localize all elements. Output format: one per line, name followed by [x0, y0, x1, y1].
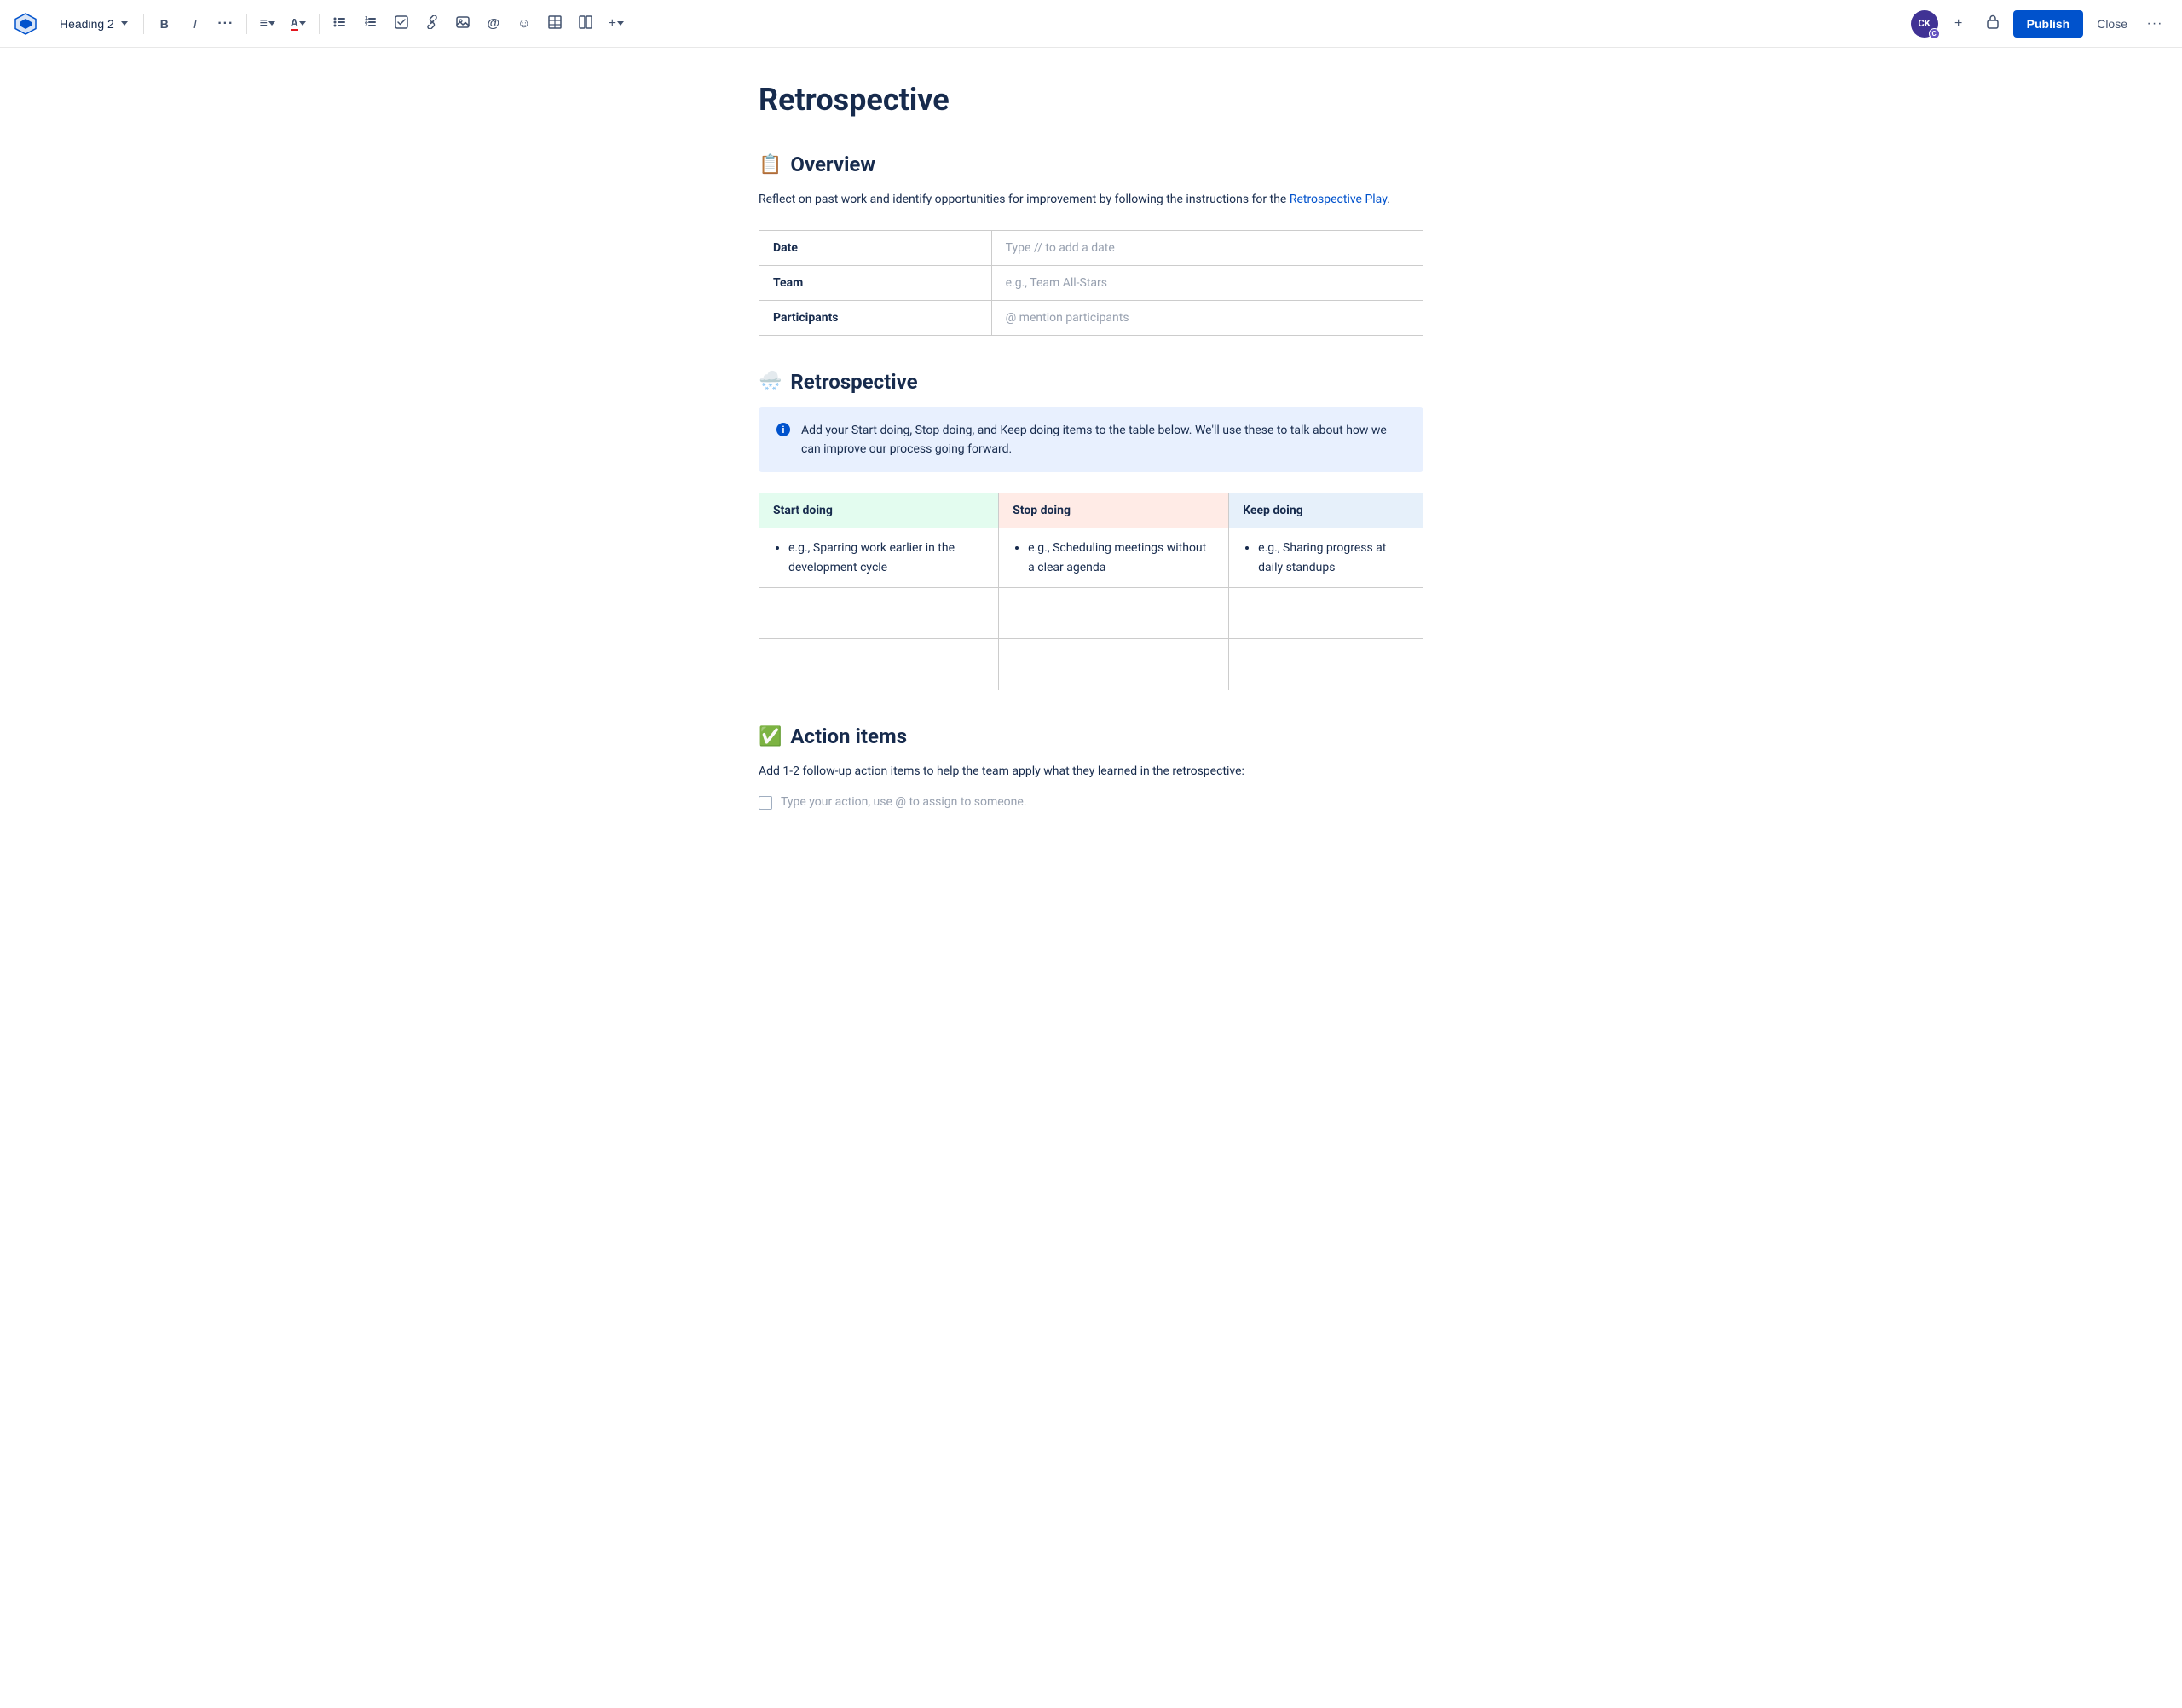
stop-cell-1[interactable]: e.g., Scheduling meetings without a clea… [999, 528, 1229, 588]
keep-cell-3[interactable] [1229, 639, 1423, 690]
team-label: Team [759, 265, 992, 300]
retro-row-1: e.g., Sparring work earlier in the devel… [759, 528, 1423, 588]
action-checkbox[interactable] [759, 796, 772, 810]
stop-doing-header: Stop doing [999, 493, 1229, 528]
table-row: Participants @ mention participants [759, 300, 1423, 335]
retrospective-table: Start doing Stop doing Keep doing e.g., … [759, 493, 1423, 690]
heading-style-label: Heading 2 [60, 17, 114, 31]
table-icon [548, 15, 562, 32]
content-area: Retrospective 📋 Overview Reflect on past… [707, 48, 1475, 878]
table-row: Team e.g., Team All-Stars [759, 265, 1423, 300]
participants-value[interactable]: @ mention participants [991, 300, 1423, 335]
link-button[interactable] [419, 10, 446, 38]
info-callout: i Add your Start doing, Stop doing, and … [759, 407, 1423, 473]
link-icon [425, 15, 439, 32]
italic-button[interactable]: I [182, 10, 209, 38]
overview-table: Date Type // to add a date Team e.g., Te… [759, 230, 1423, 336]
team-value[interactable]: e.g., Team All-Stars [991, 265, 1423, 300]
participants-label: Participants [759, 300, 992, 335]
insert-chevron [617, 21, 624, 26]
overview-section: 📋 Overview Reflect on past work and iden… [759, 153, 1423, 335]
bold-button[interactable]: B [151, 10, 178, 38]
add-collaborator-button[interactable]: + [1945, 10, 1972, 38]
start-cell-3[interactable] [759, 639, 999, 690]
toolbar: Heading 2 B I ··· ≡ A 1.2.3. [0, 0, 2182, 48]
toolbar-divider-1 [143, 14, 144, 34]
stop-cell-2[interactable] [999, 588, 1229, 639]
emoji-button[interactable]: ☺ [511, 10, 538, 38]
callout-text: Add your Start doing, Stop doing, and Ke… [801, 421, 1406, 459]
lock-icon [1985, 14, 2000, 33]
heading-style-dropdown[interactable]: Heading 2 [51, 14, 136, 34]
insert-more-button[interactable]: + [603, 10, 630, 38]
action-items-description: Add 1-2 follow-up action items to help t… [759, 762, 1423, 781]
user-avatar[interactable]: CK C [1911, 10, 1938, 38]
svg-text:i: i [782, 424, 785, 436]
toolbar-divider-2 [246, 14, 247, 34]
info-icon: i [776, 422, 791, 441]
overview-heading: 📋 Overview [759, 153, 1423, 176]
stop-cell-3[interactable] [999, 639, 1229, 690]
retrospective-heading-text: Retrospective [790, 370, 917, 394]
publish-button[interactable]: Publish [2013, 10, 2084, 38]
start-cell-1[interactable]: e.g., Sparring work earlier in the devel… [759, 528, 999, 588]
app-logo [14, 12, 38, 36]
close-button[interactable]: Close [2090, 12, 2134, 36]
keep-cell-2[interactable] [1229, 588, 1423, 639]
numbered-list-icon: 1.2.3. [364, 15, 378, 32]
action-items-heading-text: Action items [790, 724, 907, 748]
mention-button[interactable]: @ [480, 10, 507, 38]
image-icon [456, 15, 470, 32]
start-cell-2[interactable] [759, 588, 999, 639]
retro-row-2 [759, 588, 1423, 639]
text-color-icon: A [291, 16, 298, 31]
retrospective-heading: 🌨️ Retrospective [759, 370, 1423, 394]
stop-item-1: e.g., Scheduling meetings without a clea… [1028, 539, 1215, 577]
bullet-list-button[interactable] [326, 10, 354, 38]
table-row: Date Type // to add a date [759, 230, 1423, 265]
action-items-icon: ✅ [759, 726, 782, 747]
text-color-button[interactable]: A [285, 10, 312, 38]
date-value[interactable]: Type // to add a date [991, 230, 1423, 265]
align-chevron [268, 21, 275, 26]
heading-dropdown-chevron [121, 21, 128, 26]
image-button[interactable] [449, 10, 476, 38]
action-item-placeholder[interactable]: Type your action, use @ to assign to som… [781, 795, 1027, 809]
bullet-list-icon [333, 15, 347, 32]
align-icon: ≡ [260, 16, 268, 32]
retrospective-icon: 🌨️ [759, 371, 782, 392]
retro-row-3 [759, 639, 1423, 690]
color-chevron [299, 21, 306, 26]
retrospective-section: 🌨️ Retrospective i Add your Start doing,… [759, 370, 1423, 691]
overview-icon: 📋 [759, 154, 782, 176]
retrospective-play-link[interactable]: Retrospective Play [1290, 193, 1387, 206]
keep-doing-header: Keep doing [1229, 493, 1423, 528]
action-items-heading: ✅ Action items [759, 724, 1423, 748]
start-item-1: e.g., Sparring work earlier in the devel… [788, 539, 984, 577]
overview-description: Reflect on past work and identify opport… [759, 190, 1423, 209]
more-formatting-button[interactable]: ··· [212, 10, 240, 38]
numbered-list-button[interactable]: 1.2.3. [357, 10, 384, 38]
checkbox-button[interactable] [388, 10, 415, 38]
start-doing-header: Start doing [759, 493, 999, 528]
layout-icon [579, 15, 592, 32]
table-button[interactable] [541, 10, 569, 38]
action-item-row: Type your action, use @ to assign to som… [759, 795, 1423, 810]
date-label: Date [759, 230, 992, 265]
action-items-section: ✅ Action items Add 1-2 follow-up action … [759, 724, 1423, 809]
keep-item-1: e.g., Sharing progress at daily standups [1258, 539, 1409, 577]
avatar-initials: CK [1919, 18, 1931, 29]
layout-button[interactable] [572, 10, 599, 38]
toolbar-right: CK C + Publish Close ··· [1911, 10, 2168, 38]
keep-cell-1[interactable]: e.g., Sharing progress at daily standups [1229, 528, 1423, 588]
toolbar-divider-3 [319, 14, 320, 34]
align-button[interactable]: ≡ [254, 10, 281, 38]
more-options-button[interactable]: ··· [2141, 10, 2168, 38]
lock-button[interactable] [1979, 10, 2006, 38]
checkbox-icon [395, 15, 408, 32]
overview-heading-text: Overview [790, 153, 875, 176]
page-title[interactable]: Retrospective [759, 82, 1423, 118]
avatar-badge: C [1929, 28, 1940, 39]
